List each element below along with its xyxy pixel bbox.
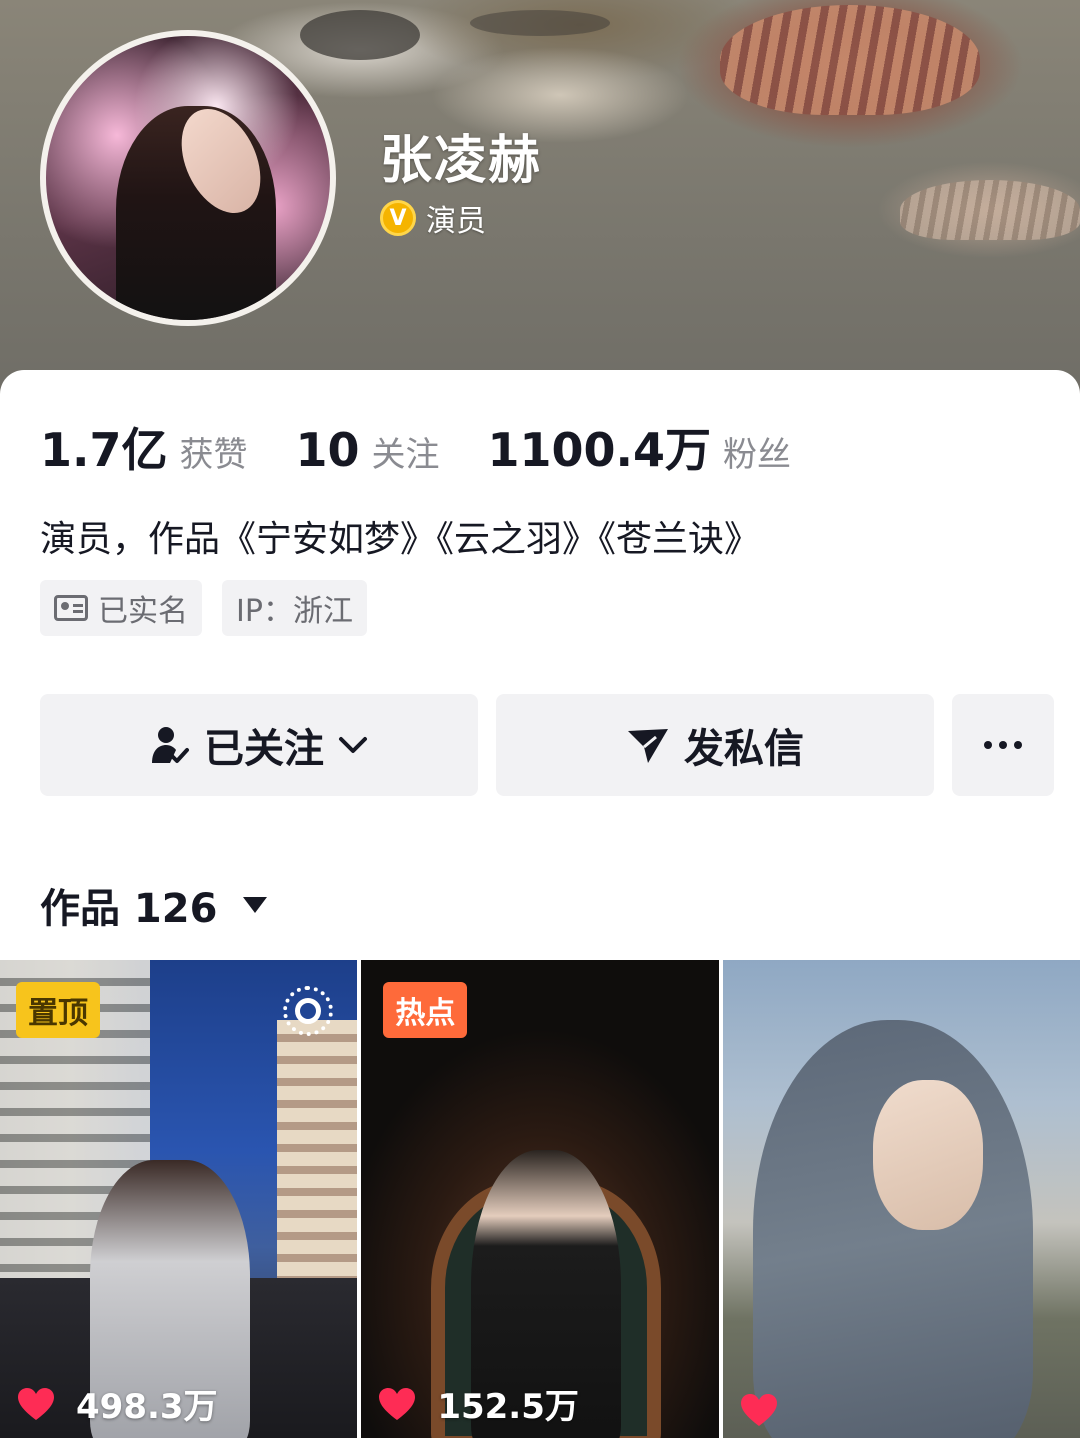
stat-value: 1.7亿 — [40, 423, 168, 477]
stat-value: 10 — [295, 423, 360, 477]
action-buttons: 已关注 发私信 — [40, 694, 1054, 796]
caret-down-icon — [243, 897, 268, 913]
send-message-button[interactable]: 发私信 — [496, 694, 934, 796]
video-thumbnail[interactable] — [722, 960, 1080, 1438]
realname-tag: 已实名 — [40, 580, 202, 636]
works-title: 作品 126 — [40, 886, 218, 932]
id-card-icon — [54, 595, 88, 621]
followed-label: 已关注 — [204, 726, 324, 772]
heart-icon — [16, 1386, 56, 1422]
hot-badge: 热点 — [383, 982, 468, 1038]
thumbnail-face — [872, 1080, 983, 1230]
video-likes: 152.5万 — [377, 1379, 579, 1428]
stat-label: 获赞 — [179, 435, 248, 475]
chevron-down-icon — [338, 735, 368, 755]
likes-count: 498.3万 — [76, 1387, 218, 1427]
live-icon — [283, 986, 334, 1036]
video-likes: 498.3万 — [16, 1379, 218, 1428]
stat-likes[interactable]: 1.7亿 获赞 — [40, 414, 248, 480]
background-shell — [720, 5, 980, 115]
thumbnail-person — [752, 1020, 1033, 1438]
send-message-label: 发私信 — [684, 726, 804, 772]
heart-icon — [377, 1386, 417, 1422]
likes-count: 152.5万 — [437, 1387, 579, 1427]
stat-label: 关注 — [371, 435, 440, 475]
send-icon — [626, 725, 670, 765]
verified-badge-icon: V — [380, 200, 416, 236]
profile-name: 张凌赫 — [380, 131, 543, 191]
profile-header-background: 张凌赫 V 演员 — [0, 0, 1080, 400]
stat-followers[interactable]: 1100.4万 粉丝 — [488, 414, 792, 480]
video-grid: 置顶 498.3万 热点 152.5万 — [0, 960, 1080, 1438]
video-thumbnail[interactable]: 热点 152.5万 — [361, 960, 719, 1438]
followed-button[interactable]: 已关注 — [40, 694, 478, 796]
profile-tags: 已实名 IP：浙江 — [40, 580, 367, 636]
avatar[interactable] — [40, 30, 336, 326]
stats-row: 1.7亿 获赞 10 关注 1100.4万 粉丝 — [40, 414, 839, 480]
video-thumbnail[interactable]: 置顶 498.3万 — [0, 960, 358, 1438]
stat-following[interactable]: 10 关注 — [296, 423, 440, 477]
thumbnail-building — [277, 1020, 358, 1320]
verification: V 演员 — [380, 196, 486, 240]
ip-tag: IP：浙江 — [222, 580, 367, 636]
background-shell — [900, 180, 1080, 240]
pinned-badge: 置顶 — [16, 982, 100, 1038]
profile-bio: 演员，作品《宁安如梦》《云之羽》《苍兰诀》 — [40, 519, 761, 560]
ip-label: IP：浙江 — [236, 594, 353, 629]
works-tab[interactable]: 作品 126 — [40, 876, 268, 934]
stat-label: 粉丝 — [723, 435, 792, 475]
heart-icon — [739, 1392, 779, 1428]
background-stone — [470, 10, 610, 36]
background-stone — [300, 10, 420, 60]
more-button[interactable] — [952, 694, 1054, 796]
more-dots-icon — [983, 740, 1023, 750]
verification-label: 演员 — [426, 204, 486, 239]
stat-value: 1100.4万 — [487, 423, 712, 477]
realname-label: 已实名 — [98, 594, 188, 629]
user-check-icon — [150, 725, 190, 765]
video-likes — [739, 1392, 799, 1428]
